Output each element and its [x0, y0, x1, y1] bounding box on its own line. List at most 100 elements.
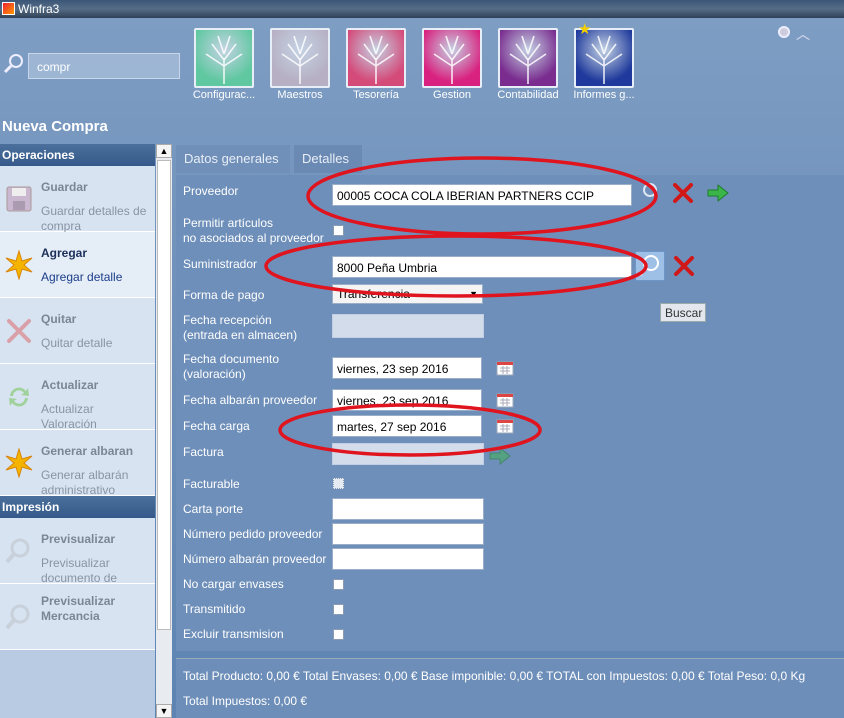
- action-subtitle: Generar albarán administrativo: [41, 468, 129, 497]
- module-label: Contabilidad: [497, 89, 559, 101]
- action-title: Actualizar: [41, 378, 99, 392]
- sidebar-action[interactable]: Generar albaran Generar albarán administr…: [0, 430, 155, 497]
- calendar-icon[interactable]: [496, 360, 514, 376]
- action-title: Previsualizar: [41, 532, 116, 546]
- excluir-checkbox[interactable]: [333, 629, 344, 640]
- suministrador-lookup-icon[interactable]: [635, 251, 665, 281]
- totals-line: Total Producto: 0,00 € Total Envases: 0,…: [183, 669, 806, 683]
- fecha-carga-field[interactable]: martes, 27 sep 2016: [332, 415, 482, 437]
- sidebar-action[interactable]: Guardar Guardar detalles de compra: [0, 166, 155, 233]
- fecha-documento-label: Fecha documento (valoración): [183, 352, 280, 381]
- module-label: Configurac...: [192, 89, 256, 101]
- fecha-recepcion-field: [332, 314, 484, 338]
- action-title: Guardar: [41, 180, 88, 194]
- proveedor-go-arrow-icon[interactable]: [706, 183, 730, 203]
- sidebar-action[interactable]: Agregar Agregar detalle: [0, 232, 155, 298]
- sidebar-action[interactable]: Quitar Quitar detalle: [0, 298, 155, 364]
- sidebar-action[interactable]: Previsualizar Mercancia: [0, 584, 155, 650]
- num-albaran-label: Número albarán proveedor: [183, 552, 327, 566]
- module-4[interactable]: Contabilidad: [490, 26, 566, 106]
- action-subtitle: Quitar detalle: [41, 336, 113, 350]
- permitir-checkbox[interactable]: [333, 225, 344, 236]
- no-cargar-checkbox[interactable]: [333, 579, 344, 590]
- action-title: Generar albaran: [41, 444, 134, 458]
- star-burst-icon: [4, 447, 34, 479]
- form-panel: Proveedor 00005 COCA COLA IBERIAN PARTNE…: [176, 175, 844, 651]
- module-bar: Configurac... Maestros Tesorería Gestion Con…: [186, 26, 666, 106]
- proveedor-clear-icon[interactable]: [672, 182, 694, 204]
- num-pedido-field[interactable]: [332, 523, 484, 545]
- module-label: Tesorería: [353, 89, 399, 101]
- module-1[interactable]: Maestros: [262, 26, 338, 106]
- scroll-down-icon[interactable]: ▼: [156, 704, 172, 718]
- sidebar-action[interactable]: Previsualizar Previsualizar documento de …: [0, 518, 155, 600]
- transmitido-checkbox[interactable]: [333, 604, 344, 615]
- action-title: Agregar: [41, 246, 88, 260]
- facturable-checkbox[interactable]: [333, 478, 344, 489]
- calendar-icon[interactable]: [496, 418, 514, 434]
- action-title: Quitar: [41, 312, 77, 326]
- favorite-star-icon[interactable]: ★: [578, 20, 591, 38]
- no-cargar-label: No cargar envases: [183, 577, 284, 591]
- facturable-label: Facturable: [183, 477, 240, 491]
- suministrador-label: Suministrador: [183, 257, 258, 271]
- sidebar-action[interactable]: Actualizar Actualizar Valoración: [0, 364, 155, 431]
- tree-icon: [346, 28, 406, 88]
- collapse-chevron-icon[interactable]: ︿: [796, 24, 810, 44]
- app-icon: [2, 2, 15, 15]
- num-albaran-field[interactable]: [332, 548, 484, 570]
- tab-detalles[interactable]: Detalles: [294, 145, 362, 173]
- sidebar-scrollbar[interactable]: ▲ ▼: [156, 144, 172, 718]
- factura-label: Factura: [183, 445, 224, 459]
- suministrador-clear-icon[interactable]: [673, 255, 695, 277]
- save-icon: [4, 184, 34, 214]
- permitir-label: Permitir artículos no asociados al prove…: [183, 216, 324, 245]
- search-input[interactable]: compr: [28, 53, 180, 79]
- calendar-icon[interactable]: [496, 392, 514, 408]
- proveedor-field[interactable]: 00005 COCA COLA IBERIAN PARTNERS CCIP: [332, 184, 632, 206]
- fecha-albaran-label: Fecha albarán proveedor: [183, 393, 318, 407]
- suministrador-field[interactable]: 8000 Peña Umbria: [332, 256, 632, 278]
- fecha-documento-field[interactable]: viernes, 23 sep 2016: [332, 357, 482, 379]
- page-title: Nueva Compra: [2, 118, 108, 135]
- sidebar: Operaciones Guardar Guardar detalles de co…: [0, 144, 155, 718]
- excluir-label: Excluir transmision: [183, 627, 284, 641]
- module-2[interactable]: Tesorería: [338, 26, 414, 106]
- forma-pago-select[interactable]: Transferencia ▼: [332, 284, 483, 304]
- fecha-albaran-field[interactable]: viernes, 23 sep 2016: [332, 389, 482, 411]
- magnifier-icon: [4, 536, 34, 566]
- num-pedido-label: Número pedido proveedor: [183, 527, 323, 541]
- module-label: Maestros: [277, 89, 323, 101]
- fecha-recepcion-label: Fecha recepción (entrada en almacen): [183, 313, 298, 342]
- tree-icon: [422, 28, 482, 88]
- tab-datos-generales[interactable]: Datos generales: [176, 145, 290, 173]
- action-subtitle: Agregar detalle: [41, 270, 123, 284]
- section-header[interactable]: Operaciones: [0, 144, 155, 166]
- window-title: Winfra3: [18, 2, 60, 16]
- chevron-down-icon: ▼: [469, 289, 478, 299]
- factura-field: [332, 443, 484, 465]
- transmitido-label: Transmitido: [183, 602, 246, 616]
- module-label: Gestion: [433, 89, 471, 101]
- forma-pago-value: Transferencia: [337, 287, 410, 301]
- tree-icon: [270, 28, 330, 88]
- tree-icon: [194, 28, 254, 88]
- star-burst-icon: [4, 249, 34, 281]
- module-0[interactable]: Configurac...: [186, 26, 262, 106]
- carta-porte-field[interactable]: [332, 498, 484, 520]
- tree-icon: [498, 28, 558, 88]
- total-impuestos: Total Impuestos: 0,00 €: [183, 694, 308, 708]
- module-5[interactable]: Informes g...: [566, 26, 642, 106]
- action-subtitle: Guardar detalles de compra: [41, 204, 147, 233]
- section-header[interactable]: Impresión: [0, 496, 155, 518]
- scroll-thumb[interactable]: [157, 160, 171, 630]
- module-3[interactable]: Gestion: [414, 26, 490, 106]
- settings-dot-icon[interactable]: [778, 26, 790, 38]
- title-bar: Winfra3: [0, 0, 844, 18]
- window-controls: ︿: [776, 24, 816, 42]
- fecha-carga-label: Fecha carga: [183, 419, 250, 433]
- proveedor-lookup-icon[interactable]: [640, 181, 660, 201]
- search-icon[interactable]: [3, 52, 25, 74]
- scroll-up-icon[interactable]: ▲: [156, 144, 172, 158]
- factura-go-arrow-icon: [489, 446, 511, 466]
